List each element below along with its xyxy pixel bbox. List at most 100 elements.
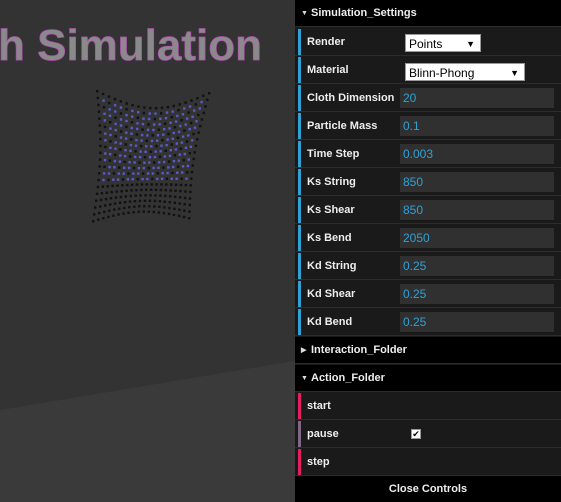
param-value-input[interactable]: 0.25 <box>400 256 554 276</box>
cloth-particle <box>137 111 140 114</box>
cloth-particle <box>157 128 160 131</box>
cloth-particle <box>169 195 172 198</box>
dropdown-arrow-icon: ▼ <box>466 39 475 49</box>
close-controls-button[interactable]: Close Controls <box>295 476 561 502</box>
cloth-particle <box>197 113 200 117</box>
cloth-particle <box>107 215 110 219</box>
cloth-particle <box>114 153 117 157</box>
cloth-particle <box>148 161 151 164</box>
cloth-particle <box>135 183 139 186</box>
cloth-particle <box>148 156 152 159</box>
cloth-particle <box>131 178 134 181</box>
cloth-particle <box>133 161 136 164</box>
cloth-particle <box>117 213 120 216</box>
cloth-particle <box>166 171 169 175</box>
cloth-particle <box>138 161 141 164</box>
cloth-particle <box>187 134 190 137</box>
cloth-particle <box>181 135 185 138</box>
cloth-particle <box>168 127 171 130</box>
cloth-particle <box>175 142 178 145</box>
param-value-input[interactable]: 0.25 <box>400 284 554 304</box>
step-button[interactable]: step <box>295 449 561 476</box>
cloth-particle <box>178 208 181 211</box>
cloth-particle <box>146 177 149 181</box>
cloth-particle <box>189 121 193 125</box>
material-control: Material Blinn-Phong ▼ <box>295 57 561 84</box>
action-folder[interactable]: ▼ Action_Folder <box>295 365 561 392</box>
param-value-input[interactable]: 850 <box>400 200 554 220</box>
cloth-particle <box>153 117 156 121</box>
cloth-particle <box>169 121 172 124</box>
cloth-particle <box>138 205 141 208</box>
cloth-particle <box>127 172 130 175</box>
cloth-particle <box>129 149 132 152</box>
param-value-input[interactable]: 0.25 <box>400 312 554 332</box>
cloth-particle <box>118 166 121 169</box>
cloth-particle <box>115 190 118 193</box>
param-value-input[interactable]: 0.003 <box>400 144 554 164</box>
param-label: Ks Bend <box>307 232 352 244</box>
cloth-particle <box>135 138 138 142</box>
cloth-particle <box>136 116 139 119</box>
cloth-particle <box>135 189 138 192</box>
cloth-particle <box>111 184 114 188</box>
interaction-folder[interactable]: ▶ Interaction_Folder <box>295 337 561 364</box>
cloth-particle <box>154 194 157 197</box>
cloth-particle <box>125 119 128 123</box>
cloth-particle <box>194 144 198 147</box>
cloth-particle <box>162 166 165 169</box>
cloth-particle <box>195 120 198 123</box>
param-value-input[interactable]: 20 <box>400 88 554 108</box>
render-select[interactable]: Points ▼ <box>405 34 481 52</box>
cloth-particle <box>106 185 109 188</box>
option-accent-bar <box>298 57 301 83</box>
cloth-particle <box>202 111 205 115</box>
cloth-particle <box>153 155 157 159</box>
cloth-particle <box>158 155 162 158</box>
number-accent-bar <box>298 309 301 335</box>
cloth-particle <box>196 97 199 100</box>
cloth-particle <box>160 106 164 110</box>
cloth-particle <box>142 117 145 120</box>
cloth-particle <box>170 143 173 146</box>
param-value-input[interactable]: 850 <box>400 172 554 192</box>
cloth-particle <box>123 160 126 164</box>
cloth-particle <box>163 122 167 125</box>
cloth-particle <box>119 154 122 157</box>
param-label: Ks String <box>307 176 356 188</box>
param-label: Kd Bend <box>307 316 353 328</box>
cloth-particle <box>191 164 194 167</box>
cloth-particle <box>124 149 127 152</box>
cloth-particle <box>114 122 117 126</box>
cloth-particle <box>156 134 160 137</box>
start-button[interactable]: start <box>295 393 561 420</box>
cloth-particle <box>109 203 112 206</box>
cloth-particle <box>137 210 140 213</box>
cloth-particle <box>180 177 183 180</box>
param-value-input[interactable]: 0.1 <box>400 116 554 136</box>
cloth-particle <box>140 183 144 186</box>
cloth-particle <box>159 194 162 197</box>
cloth-particle <box>93 213 96 216</box>
cloth-particle <box>164 189 167 192</box>
cloth-particle <box>145 139 148 142</box>
cloth-particle <box>174 148 177 151</box>
cloth-particle <box>183 196 187 200</box>
cloth-particle <box>167 212 171 216</box>
param-value-input[interactable]: 2050 <box>400 228 554 248</box>
cloth-particle <box>168 154 172 158</box>
cloth-particle <box>165 177 169 180</box>
param-control: Kd Shear 0.25 <box>295 281 561 308</box>
cloth-particle <box>110 190 113 194</box>
cloth-particle <box>133 205 136 208</box>
cloth-particle <box>144 194 147 197</box>
cloth-particle <box>174 189 177 192</box>
option-accent-bar <box>298 29 301 55</box>
pause-checkbox[interactable]: ✔ <box>411 429 421 439</box>
simulation-settings-folder[interactable]: ▼ Simulation_Settings <box>295 0 561 27</box>
cloth-particle <box>148 205 151 208</box>
cloth-particle <box>143 199 147 202</box>
cloth-particle <box>114 128 117 132</box>
cloth-particle <box>170 177 173 180</box>
material-select[interactable]: Blinn-Phong ▼ <box>405 63 525 81</box>
